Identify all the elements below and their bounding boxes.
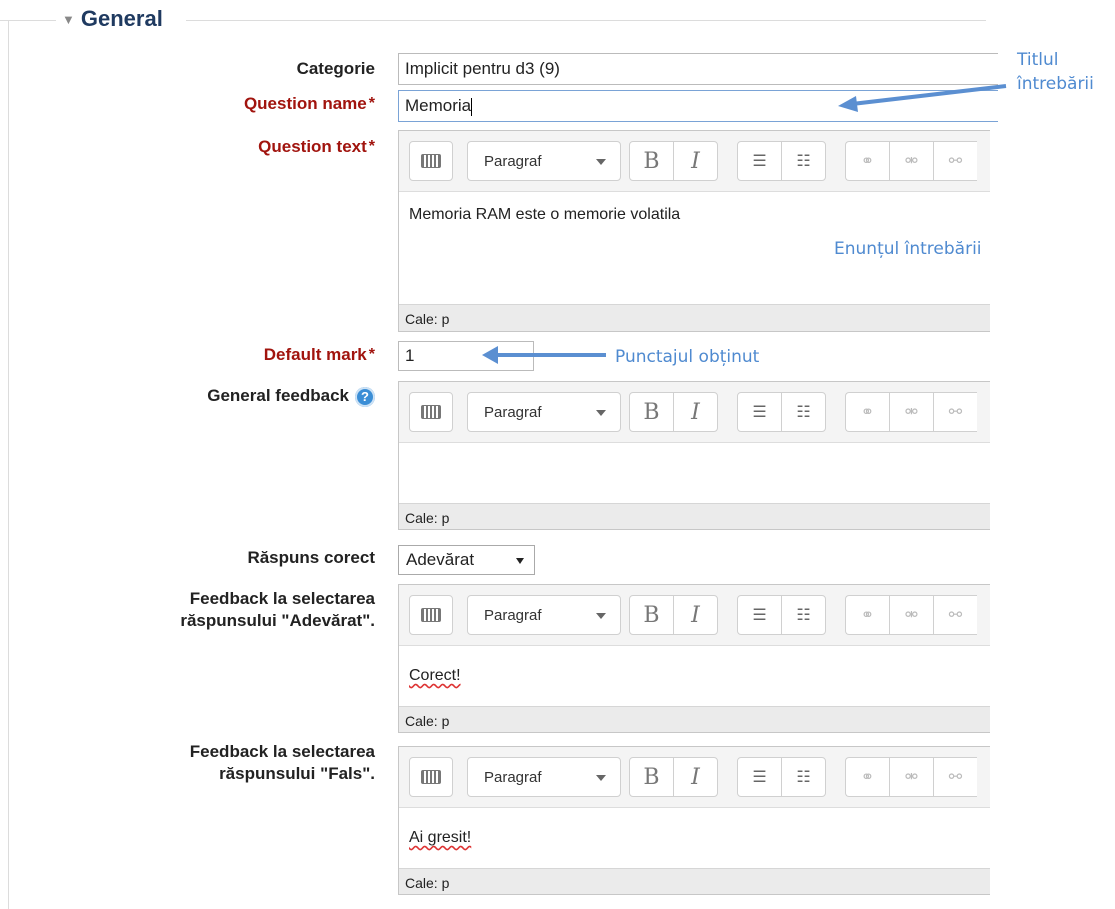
editor-path: Cale: p — [399, 706, 990, 732]
editor-path: Cale: p — [399, 304, 990, 331]
fieldset-legend[interactable]: ▼ General — [62, 6, 163, 32]
dropdown-arrow-icon — [596, 159, 606, 165]
general-feedback-label: General feedback? — [207, 385, 375, 407]
italic-icon[interactable]: I — [674, 758, 717, 796]
bold-icon[interactable]: B — [630, 596, 674, 634]
question-text-label: Question text * — [258, 137, 375, 156]
bold-icon[interactable]: B — [630, 758, 674, 796]
unlink-icon[interactable]: ⚮ — [890, 142, 934, 180]
legend-label: General — [80, 6, 163, 31]
italic-icon[interactable]: I — [674, 596, 717, 634]
unlink-icon[interactable]: ⚮ — [890, 758, 934, 796]
bullet-list-icon[interactable]: ☰ — [738, 596, 782, 634]
dropdown-arrow-icon — [596, 775, 606, 781]
editor-toolbar: Paragraf BI ☰ ☷ ⚭ ⚮ ⚯ — [399, 382, 990, 443]
question-text-editor[interactable]: Paragraf BI ☰ ☷ ⚭ ⚮ ⚯ Memoria RAM este o me… — [398, 130, 990, 332]
bullet-list-icon[interactable]: ☰ — [738, 142, 782, 180]
link-disabled-icon: ⚯ — [948, 769, 963, 786]
unlink-icon[interactable]: ⚮ — [890, 596, 934, 634]
raspuns-corect-label: Răspuns corect — [247, 548, 375, 567]
annotation-score: Punctajul obținut — [615, 347, 760, 367]
editor-toolbar: Paragraf BI ☰ ☷ ⚭ ⚮ ⚯ — [399, 131, 990, 192]
unlink-icon[interactable]: ⚮ — [890, 393, 934, 431]
editor-toolbar: Paragraf BI ☰ ☷ ⚭ ⚮ ⚯ — [399, 585, 990, 646]
categorie-label: Categorie — [296, 59, 375, 78]
bold-icon[interactable]: B — [630, 393, 674, 431]
paragraph-select[interactable]: Paragraf — [467, 392, 621, 432]
link-disabled-icon: ⚯ — [948, 404, 963, 421]
numbered-list-icon[interactable]: ☷ — [782, 142, 825, 180]
required-star-icon: * — [368, 95, 375, 112]
link-icon[interactable]: ⚭ — [846, 596, 890, 634]
paragraph-select[interactable]: Paragraf — [467, 595, 621, 635]
required-star-icon: * — [368, 138, 375, 155]
feedback-true-editor[interactable]: Paragraf BI ☰ ☷ ⚭ ⚮ ⚯ Corect! Cale: p — [398, 584, 990, 733]
editor-toolbar: Paragraf BI ☰ ☷ ⚭ ⚮ ⚯ — [399, 747, 990, 808]
bullet-list-icon[interactable]: ☰ — [738, 758, 782, 796]
editor-path: Cale: p — [399, 503, 990, 529]
default-mark-label: Default mark * — [263, 345, 375, 364]
general-feedback-editor[interactable]: Paragraf BI ☰ ☷ ⚭ ⚮ ⚯ Cale: p — [398, 381, 990, 530]
bold-icon[interactable]: B — [630, 142, 674, 180]
dropdown-arrow-icon — [516, 558, 524, 564]
keyboard-icon[interactable] — [409, 595, 453, 635]
help-icon[interactable]: ? — [355, 386, 375, 407]
categorie-select[interactable]: Implicit pentru d3 (9) — [398, 53, 998, 85]
keyboard-icon[interactable] — [409, 141, 453, 181]
editor-content[interactable] — [399, 443, 990, 503]
editor-content[interactable]: Corect! — [399, 646, 990, 706]
paragraph-select[interactable]: Paragraf — [467, 757, 621, 797]
feedback-false-editor[interactable]: Paragraf BI ☰ ☷ ⚭ ⚮ ⚯ Ai gresit! Cale: p — [398, 746, 990, 895]
paragraph-select[interactable]: Paragraf — [467, 141, 621, 181]
numbered-list-icon[interactable]: ☷ — [782, 596, 825, 634]
link-disabled-icon: ⚯ — [948, 153, 963, 170]
annotation-statement: Enunțul întrebării — [834, 239, 982, 259]
link-icon[interactable]: ⚭ — [846, 142, 890, 180]
raspuns-corect-select[interactable]: Adevărat — [398, 545, 535, 575]
feedback-true-label: Feedback la selectarea răspunsului "Adevă… — [180, 589, 375, 630]
editor-content[interactable]: Ai gresit! — [399, 808, 990, 868]
editor-path: Cale: p — [399, 868, 990, 894]
bullet-list-icon[interactable]: ☰ — [738, 393, 782, 431]
feedback-false-label: Feedback la selectarea răspunsului "Fals"… — [189, 742, 375, 783]
annotation-title: Titlul întrebării — [1017, 50, 1094, 94]
fieldset-border — [8, 20, 9, 909]
dropdown-arrow-icon — [596, 613, 606, 619]
dropdown-arrow-icon — [596, 410, 606, 416]
link-icon[interactable]: ⚭ — [846, 393, 890, 431]
italic-icon[interactable]: I — [674, 393, 717, 431]
fieldset-border-right-top — [186, 20, 986, 21]
italic-icon[interactable]: I — [674, 142, 717, 180]
default-mark-input[interactable]: 1 — [398, 341, 534, 371]
keyboard-icon[interactable] — [409, 757, 453, 797]
required-star-icon: * — [368, 346, 375, 363]
question-name-input[interactable]: Memoria — [398, 90, 998, 122]
numbered-list-icon[interactable]: ☷ — [782, 393, 825, 431]
question-name-label: Question name * — [243, 94, 375, 113]
collapse-caret-icon[interactable]: ▼ — [62, 12, 75, 27]
link-icon[interactable]: ⚭ — [846, 758, 890, 796]
keyboard-icon[interactable] — [409, 392, 453, 432]
link-disabled-icon: ⚯ — [948, 607, 963, 624]
numbered-list-icon[interactable]: ☷ — [782, 758, 825, 796]
